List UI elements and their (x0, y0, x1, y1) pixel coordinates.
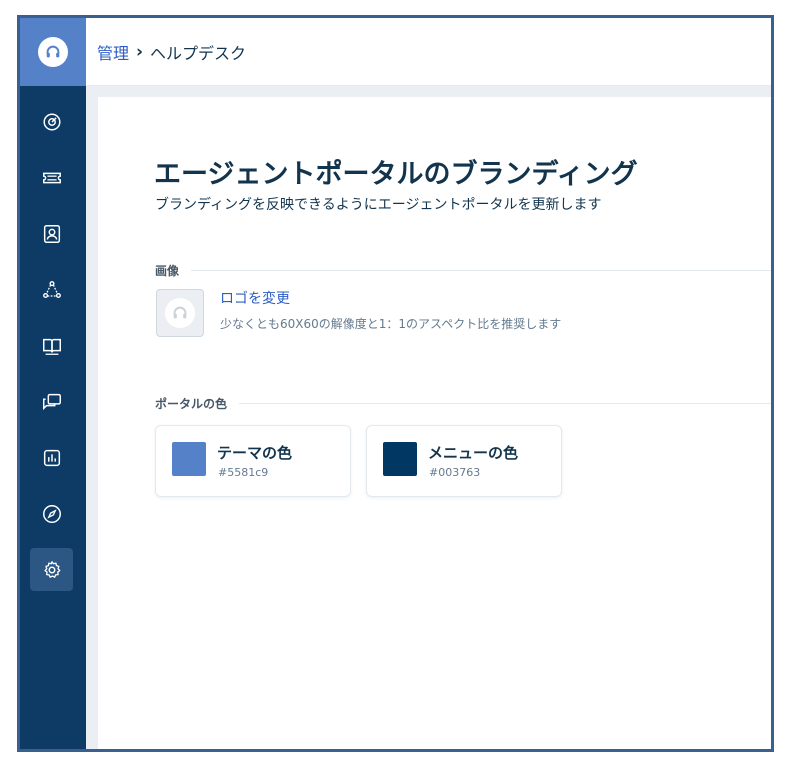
sidebar-logo[interactable] (20, 18, 86, 86)
colors-section-heading: ポータルの色 (155, 395, 771, 412)
sidebar-item-forums[interactable] (30, 380, 73, 423)
ticket-icon (42, 172, 61, 183)
settings-icon (43, 560, 60, 578)
dashboard-icon (42, 112, 61, 131)
breadcrumb-separator: › (136, 41, 144, 62)
sidebar-item-compass[interactable] (30, 492, 73, 535)
sidebar-item-tickets[interactable] (30, 156, 73, 199)
colors-section-title: ポータルの色 (155, 397, 228, 411)
theme-color-card[interactable]: テーマの色 #5581c9 (155, 425, 351, 497)
reports-icon (43, 449, 60, 466)
compass-icon (42, 504, 61, 523)
theme-color-swatch (172, 442, 206, 476)
breadcrumb-admin-link[interactable]: 管理 (97, 40, 129, 64)
theme-color-label: テーマの色 (217, 444, 293, 462)
page-title: エージェントポータルのブランディング (154, 159, 638, 190)
menu-color-swatch (383, 442, 417, 476)
divider (239, 403, 771, 404)
menu-color-card[interactable]: メニューの色 #003763 (366, 425, 562, 497)
divider (191, 270, 771, 271)
change-logo-link[interactable]: ロゴを変更 (220, 288, 290, 308)
app-window: 管理 › ヘルプデスク エージェントポータルのブランディング ブランディングを反… (17, 15, 774, 752)
groups-icon (42, 280, 61, 298)
logo-preview (156, 289, 204, 337)
sidebar-item-contacts[interactable] (30, 212, 73, 255)
menu-color-label: メニューの色 (428, 444, 519, 462)
theme-color-hex: #5581c9 (218, 466, 269, 479)
image-section-title: 画像 (155, 264, 180, 278)
image-section-heading: 画像 (155, 262, 771, 279)
sidebar (20, 18, 86, 749)
menu-color-hex: #003763 (429, 466, 481, 479)
sidebar-item-groups[interactable] (30, 268, 73, 311)
page-subtitle: ブランディングを反映できるようにエージェントポータルを更新します (155, 197, 602, 213)
sidebar-item-reports[interactable] (30, 436, 73, 479)
breadcrumb-current: ヘルプデスク (150, 43, 247, 63)
forums-icon (42, 393, 61, 410)
sidebar-item-settings[interactable] (30, 548, 73, 591)
breadcrumb: 管理 › ヘルプデスク (86, 18, 771, 86)
headset-icon (38, 37, 68, 67)
knowledge-base-icon (42, 338, 61, 355)
sidebar-item-knowledge-base[interactable] (30, 324, 73, 367)
logo-hint-text: 少なくとも60X60の解像度と1：1のアスペクト比を推奨します (220, 317, 562, 331)
headset-icon (165, 298, 195, 328)
sidebar-item-dashboard[interactable] (30, 100, 73, 143)
contacts-icon (43, 224, 60, 243)
